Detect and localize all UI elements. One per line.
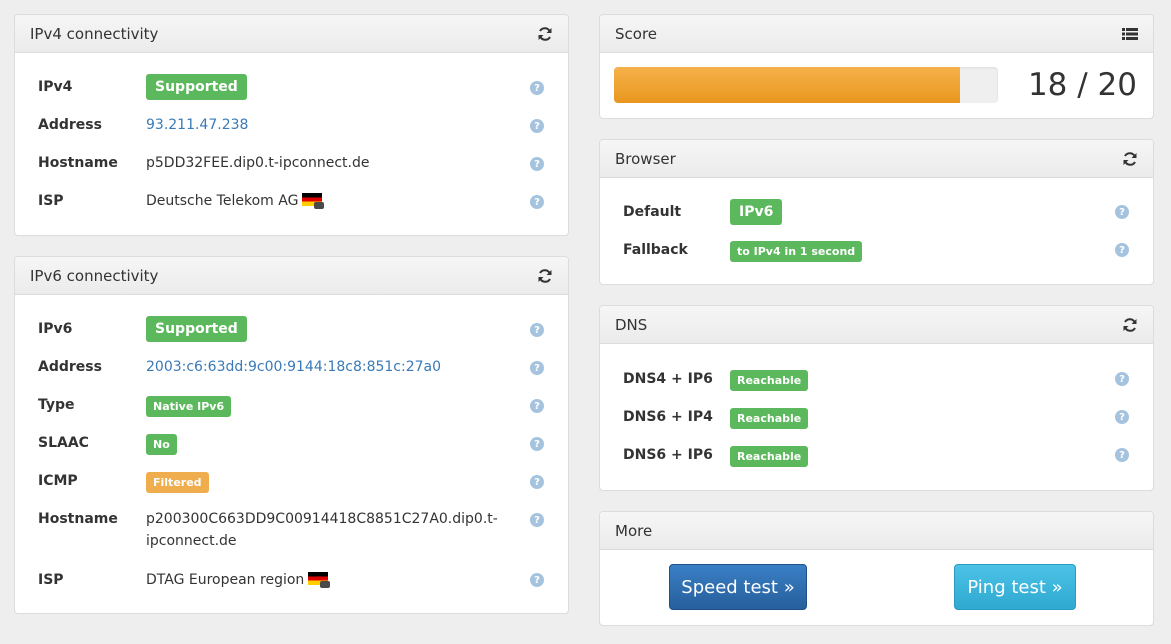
ipv4-isp-text: Deutsche Telekom AG [146, 193, 299, 209]
browser-default-badge: IPv6 [730, 199, 783, 225]
refresh-icon[interactable] [1121, 150, 1139, 168]
help-icon[interactable]: ? [1115, 372, 1129, 386]
help-icon[interactable]: ? [530, 361, 544, 375]
ipv6-type-badge: Native IPv6 [146, 396, 232, 417]
ipv4-isp-label: ISP [38, 193, 64, 209]
score-value: 18 / 20 [1027, 67, 1137, 103]
ipv6-support-badge: Supported [146, 316, 247, 342]
help-icon[interactable]: ? [1115, 243, 1129, 257]
help-icon[interactable]: ? [530, 81, 544, 95]
ipv6-isp-label: ISP [38, 572, 64, 588]
ipv4-panel: IPv4 connectivity IPv4 Supported ? Addre… [14, 14, 569, 236]
flag-de-icon [302, 193, 325, 209]
help-icon[interactable]: ? [1115, 448, 1129, 462]
help-icon[interactable]: ? [1115, 410, 1129, 424]
dns-panel: DNS DNS4 + IP6 Reachable ? DNS6 + IP4 Re… [599, 305, 1154, 491]
ipv6-slaac-badge: No [146, 434, 177, 455]
ipv4-panel-title: IPv4 connectivity [30, 24, 159, 43]
ipv4-address-label: Address [38, 117, 102, 133]
help-icon[interactable]: ? [530, 399, 544, 413]
ipv6-hostname-line2: ipconnect.de [146, 533, 237, 549]
list-icon[interactable] [1121, 25, 1139, 43]
ipv4-hostname-value: p5DD32FEE.dip0.t-ipconnect.de [146, 155, 370, 171]
flag-de-icon [308, 572, 331, 588]
ipv6-hostname-label: Hostname [38, 511, 118, 527]
score-progress-bar [614, 67, 998, 103]
ipv6-hostname-line1: p200300C663DD9C00914418C8851C27A0.dip0.t… [146, 511, 498, 527]
ipv6-label: IPv6 [38, 321, 73, 337]
refresh-icon[interactable] [536, 25, 554, 43]
dns-panel-heading: DNS [600, 306, 1153, 344]
ipv6-isp-text: DTAG European region [146, 572, 305, 588]
ipv6-panel-title: IPv6 connectivity [30, 266, 159, 285]
help-icon[interactable]: ? [530, 475, 544, 489]
score-panel: Score 18 / 20 [599, 14, 1154, 119]
ipv6-panel: IPv6 connectivity IPv6 Supported ? Addre… [14, 256, 569, 614]
ipv6-panel-heading: IPv6 connectivity [15, 257, 568, 295]
help-icon[interactable]: ? [530, 323, 544, 337]
speed-test-button[interactable]: Speed test » [669, 564, 807, 610]
browser-panel-title: Browser [615, 149, 676, 168]
dns4-ip6-label: DNS4 + IP6 [623, 371, 713, 387]
dns6-ip4-label: DNS6 + IP4 [623, 409, 713, 425]
help-icon[interactable]: ? [530, 437, 544, 451]
dns4-ip6-badge: Reachable [730, 370, 809, 391]
score-progress-fill [614, 67, 960, 103]
ipv4-address-link[interactable]: 93.211.47.238 [146, 117, 248, 133]
refresh-icon[interactable] [1121, 316, 1139, 334]
ipv4-hostname-label: Hostname [38, 155, 118, 171]
ipv4-label: IPv4 [38, 79, 73, 95]
browser-default-label: Default [623, 204, 682, 220]
refresh-icon[interactable] [536, 267, 554, 285]
help-icon[interactable]: ? [1115, 205, 1129, 219]
help-icon[interactable]: ? [530, 119, 544, 133]
ipv6-address-label: Address [38, 359, 102, 375]
score-panel-heading: Score [600, 15, 1153, 53]
ipv6-type-label: Type [38, 397, 75, 413]
ipv6-slaac-label: SLAAC [38, 435, 89, 451]
ipv6-icmp-label: ICMP [38, 473, 78, 489]
more-panel-heading: More [600, 512, 1153, 550]
help-icon[interactable]: ? [530, 513, 544, 527]
browser-panel: Browser Default IPv6 ? Fallback to IPv4 … [599, 139, 1154, 285]
browser-panel-heading: Browser [600, 140, 1153, 178]
browser-fallback-badge: to IPv4 in 1 second [730, 241, 863, 262]
browser-fallback-label: Fallback [623, 242, 688, 258]
dns-panel-title: DNS [615, 315, 648, 334]
dns6-ip6-badge: Reachable [730, 446, 809, 467]
help-icon[interactable]: ? [530, 573, 544, 587]
more-panel: More Speed test » Ping test » [599, 511, 1154, 626]
dns6-ip4-badge: Reachable [730, 408, 809, 429]
ping-test-button[interactable]: Ping test » [954, 564, 1076, 610]
ipv6-isp-value: DTAG European region [146, 572, 331, 588]
help-icon[interactable]: ? [530, 157, 544, 171]
ipv4-isp-value: Deutsche Telekom AG [146, 193, 325, 209]
ipv4-panel-heading: IPv4 connectivity [15, 15, 568, 53]
help-icon[interactable]: ? [530, 195, 544, 209]
more-panel-title: More [615, 521, 653, 540]
dns6-ip6-label: DNS6 + IP6 [623, 447, 713, 463]
ipv6-icmp-badge: Filtered [146, 472, 209, 493]
ipv4-support-badge: Supported [146, 74, 247, 100]
ipv6-hostname-value: p200300C663DD9C00914418C8851C27A0.dip0.t… [146, 508, 498, 552]
ipv6-address-link[interactable]: 2003:c6:63dd:9c00:9144:18c8:851c:27a0 [146, 359, 441, 375]
score-panel-title: Score [615, 24, 658, 43]
